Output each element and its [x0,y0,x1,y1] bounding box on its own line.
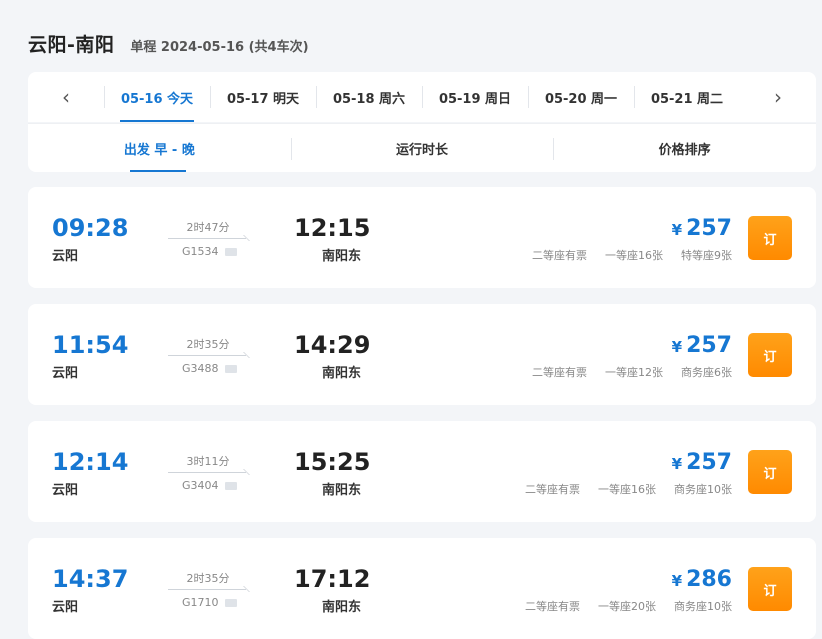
arrival-time: 14:29 [294,331,371,359]
sort-price[interactable]: 价格排序 [553,124,816,172]
departure-station: 云阳 [52,249,79,264]
arrival-station: 南阳东 [322,483,362,498]
departure-station: 云阳 [52,366,79,381]
sort-departure[interactable]: 出发 早 - 晚 [28,124,291,172]
arrow-right-icon [168,472,246,473]
date-tab-0518[interactable]: 05-18 周六 [316,72,422,122]
duration: 2时35分 [186,338,230,351]
train-card[interactable]: 09:28 云阳 2时47分 G1534 12:15 南阳东 ¥257 二等座有… [28,187,816,288]
price-value: 257 [686,216,732,241]
train-number-text: G3404 [182,479,219,492]
seat-availability: 二等座有票 一等座12张 商务座6张 [514,364,732,380]
seat-first-class: 一等座20张 [598,600,656,613]
duration: 3时11分 [186,455,230,468]
seat-availability: 二等座有票 一等座16张 商务座10张 [507,481,732,497]
train-number: G3404 [182,479,237,492]
price: ¥286 [672,567,732,592]
train-number-text: G1710 [182,596,219,609]
duration: 2时35分 [186,572,230,585]
date-tab-0516[interactable]: 05-16 今天 [104,72,210,122]
departure-time: 09:28 [52,214,129,242]
seat-premium-class: 特等座9张 [681,249,732,262]
arrival-time: 12:15 [294,214,371,242]
seat-first-class: 一等座12张 [605,366,663,379]
seat-second-class: 二等座有票 [532,249,587,262]
departure-time: 14:37 [52,565,129,593]
train-card[interactable]: 12:14 云阳 3时11分 G3404 15:25 南阳东 ¥257 二等座有… [28,421,816,522]
departure-station: 云阳 [52,600,79,615]
currency-symbol: ¥ [671,572,683,590]
arrow-right-icon [168,355,246,356]
arrow-right-icon [168,238,246,239]
train-type-icon [224,247,237,256]
duration: 2时47分 [186,221,230,234]
chevron-left-icon[interactable]: ‹ [28,85,104,109]
price-value: 257 [686,450,732,475]
train-number: G1710 [182,596,237,609]
date-selector: ‹ 05-16 今天 05-17 明天 05-18 周六 05-19 周日 05… [28,72,816,122]
departure-time: 12:14 [52,448,129,476]
train-number-text: G1534 [182,245,219,258]
train-card[interactable]: 11:54 云阳 2时35分 G3488 14:29 南阳东 ¥257 二等座有… [28,304,816,405]
seat-business-class: 商务座10张 [674,483,732,496]
seat-first-class: 一等座16张 [605,249,663,262]
seat-first-class: 一等座16张 [598,483,656,496]
arrow-right-icon [168,589,246,590]
arrival-station: 南阳东 [322,366,362,381]
book-button[interactable]: 订 [748,216,792,260]
seat-business-class: 商务座10张 [674,600,732,613]
trip-summary: 单程 2024-05-16 (共4车次) [130,40,309,55]
sort-duration[interactable]: 运行时长 [290,124,554,172]
seat-business-class: 商务座6张 [681,366,732,379]
date-tab-0519[interactable]: 05-19 周日 [422,72,528,122]
currency-symbol: ¥ [671,338,683,356]
currency-symbol: ¥ [671,221,683,239]
price: ¥257 [672,450,732,475]
train-number: G1534 [182,245,237,258]
chevron-right-icon[interactable]: › [740,85,816,109]
sort-bar: 出发 早 - 晚 运行时长 价格排序 [28,123,816,172]
currency-symbol: ¥ [671,455,683,473]
date-tab-0517[interactable]: 05-17 明天 [210,72,316,122]
train-card[interactable]: 14:37 云阳 2时35分 G1710 17:12 南阳东 ¥286 二等座有… [28,538,816,639]
page-header: 云阳-南阳 单程 2024-05-16 (共4车次) [28,30,309,60]
seat-availability: 二等座有票 一等座16张 特等座9张 [514,247,732,263]
seat-second-class: 二等座有票 [525,600,580,613]
route-title: 云阳-南阳 [28,34,115,56]
price-value: 257 [686,333,732,358]
seat-second-class: 二等座有票 [525,483,580,496]
train-type-icon [224,364,237,373]
seat-second-class: 二等座有票 [532,366,587,379]
date-tab-0521[interactable]: 05-21 周二 [634,72,740,122]
departure-time: 11:54 [52,331,129,359]
date-tabs: 05-16 今天 05-17 明天 05-18 周六 05-19 周日 05-2… [104,72,740,122]
date-tab-0520[interactable]: 05-20 周一 [528,72,634,122]
departure-station: 云阳 [52,483,79,498]
price-value: 286 [686,567,732,592]
arrival-time: 15:25 [294,448,371,476]
train-type-icon [224,481,237,490]
price: ¥257 [672,216,732,241]
book-button[interactable]: 订 [748,567,792,611]
arrival-time: 17:12 [294,565,371,593]
price: ¥257 [672,333,732,358]
train-number: G3488 [182,362,237,375]
book-button[interactable]: 订 [748,450,792,494]
book-button[interactable]: 订 [748,333,792,377]
arrival-station: 南阳东 [322,249,362,264]
arrival-station: 南阳东 [322,600,362,615]
train-type-icon [224,598,237,607]
train-number-text: G3488 [182,362,219,375]
seat-availability: 二等座有票 一等座20张 商务座10张 [507,598,732,614]
